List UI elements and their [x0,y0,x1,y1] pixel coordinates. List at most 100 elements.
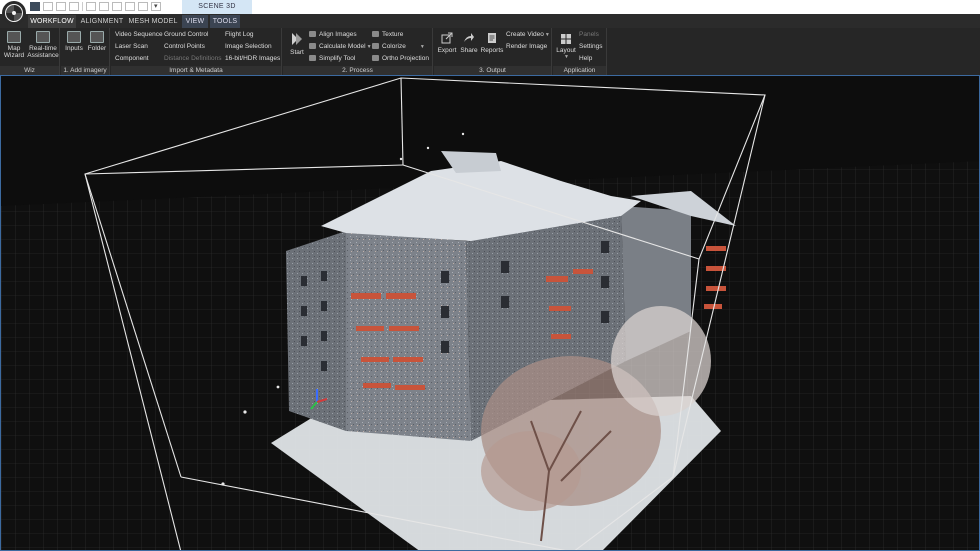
reports-button[interactable]: Reports [480,31,504,54]
quick-access-toolbar [30,2,161,11]
tab-tools[interactable]: TOOLS [210,15,240,28]
texture-label: Texture [382,31,404,38]
realtime-label: Real-time [29,45,57,52]
3d-viewport[interactable] [0,75,980,551]
group-process: Start Align Images Calculate Model▼ Simp… [283,28,433,75]
inputs-label: Inputs [65,45,83,52]
render-image-button[interactable]: Render Image [506,43,547,50]
colorize-label: Colorize [382,43,406,50]
ortho-projection-label: Ortho Projection [382,55,429,62]
settings-button[interactable]: Settings [579,43,603,50]
app-logo-icon[interactable] [2,1,26,25]
video-sequence-button[interactable]: Video Sequence [115,31,163,38]
export-button[interactable]: Export [436,31,458,54]
inputs-button[interactable]: Inputs [63,31,85,52]
quick-access-dropdown[interactable]: ▾ [154,2,158,10]
save-project-icon[interactable] [112,2,122,11]
undo-icon[interactable] [125,2,135,11]
tab-mesh-model[interactable]: MESH MODEL [128,15,178,28]
texture-button[interactable]: Texture [372,31,403,38]
align-images-button[interactable]: Align Images [309,31,357,38]
redo-icon[interactable] [138,2,148,11]
group-label-process: 2. Process [283,66,432,75]
inputs-icon [67,31,81,43]
tab-view[interactable]: VIEW [182,15,208,28]
tab-workflow[interactable]: WORKFLOW [28,15,76,28]
group-import-metadata: Video Sequence Laser Scan Component Grou… [111,28,282,75]
group-add-imagery: Inputs Folder 1. Add imagery [61,28,110,75]
align-images-label: Align Images [319,31,357,38]
map-wizard-label-2: Wizard [3,52,25,59]
simplify-tool-icon [309,55,316,61]
calculate-model-icon [309,43,316,49]
map-wizard-button[interactable]: Map Wizard [2,31,26,59]
group-wiz: Map Wizard Real-time Assistance Wiz [0,28,60,75]
export-icon [441,32,453,44]
start-button[interactable]: Start [287,31,307,56]
group-application: Layout ▼ Panels Settings Help Applicatio… [553,28,607,75]
panels-button[interactable]: Panels [579,31,599,38]
realtime-assistance-icon [36,31,50,43]
control-points-button[interactable]: Control Points [164,43,205,50]
flight-log-button[interactable]: Flight Log [225,31,254,38]
group-label-import-metadata: Import & Metadata [111,66,281,75]
create-video-label: Create Video [506,31,544,38]
separator [82,2,83,11]
realtime-label-2: Assistance [27,52,59,59]
start-icon [292,33,302,45]
start-label: Start [290,49,304,56]
layout-icon [561,34,571,44]
ribbon: Map Wizard Real-time Assistance Wiz Inpu… [0,28,980,75]
export-label: Export [437,47,457,54]
reports-icon [488,33,496,43]
group-label-application: Application [553,66,606,75]
group-label-output: 3. Output [434,66,551,75]
folder-button[interactable]: Folder [86,31,108,52]
colorize-icon [372,43,379,49]
chevron-down-icon: ▼ [366,44,372,50]
simplify-tool-button[interactable]: Simplify Tool [309,55,355,62]
ortho-projection-button[interactable]: Ortho Projection [372,55,429,62]
ground-control-button[interactable]: Ground Control [164,31,208,38]
group-label-wiz: Wiz [0,66,59,75]
laser-scan-button[interactable]: Laser Scan [115,43,148,50]
share-icon [464,33,474,42]
chevron-down-icon: ▼ [544,32,550,38]
chevron-down-icon: ▼ [564,54,569,60]
texture-icon [372,31,379,37]
calculate-model-button[interactable]: Calculate Model▼ [309,43,372,50]
help-button[interactable]: Help [579,55,592,62]
colorize-button[interactable]: Colorize ▼ [372,43,425,50]
image-selection-button[interactable]: Image Selection [225,43,272,50]
calculate-model-label: Calculate Model [319,43,366,50]
map-wizard-label: Map [7,45,21,52]
tab-alignment[interactable]: ALIGNMENT [80,15,124,28]
reports-label: Reports [480,47,504,54]
realtime-assistance-button[interactable]: Real-time Assistance [26,31,60,59]
map-wizard-icon [7,31,21,43]
share-label: Share [460,47,478,54]
layout-button[interactable]: Layout ▼ [555,31,577,61]
title-bar: ▾ SCENE 3D [0,0,980,14]
layout-1-icon[interactable] [30,2,40,11]
folder-icon [90,31,104,43]
open-project-icon[interactable] [99,2,109,11]
align-images-icon [309,31,316,37]
component-button[interactable]: Component [115,55,149,62]
ortho-projection-icon [372,55,379,61]
share-button[interactable]: Share [458,31,480,54]
group-label-add-imagery: 1. Add imagery [61,66,109,75]
scene-3d-context-tab[interactable]: SCENE 3D [182,0,252,14]
layout-3-icon[interactable] [56,2,66,11]
hdr-images-button[interactable]: 16-bit/HDR Images [225,55,280,62]
scene-canvas[interactable] [1,76,980,551]
create-video-button[interactable]: Create Video▼ [506,31,550,38]
folder-label: Folder [87,45,107,52]
group-output: Export Share Reports Create Video▼ Rende… [434,28,552,75]
layout-2-icon[interactable] [43,2,53,11]
new-project-icon[interactable] [86,2,96,11]
layout-label: Layout [556,47,576,54]
chevron-down-icon: ▼ [419,44,425,50]
layout-4-icon[interactable] [69,2,79,11]
distance-definitions-button[interactable]: Distance Definitions [164,55,221,62]
